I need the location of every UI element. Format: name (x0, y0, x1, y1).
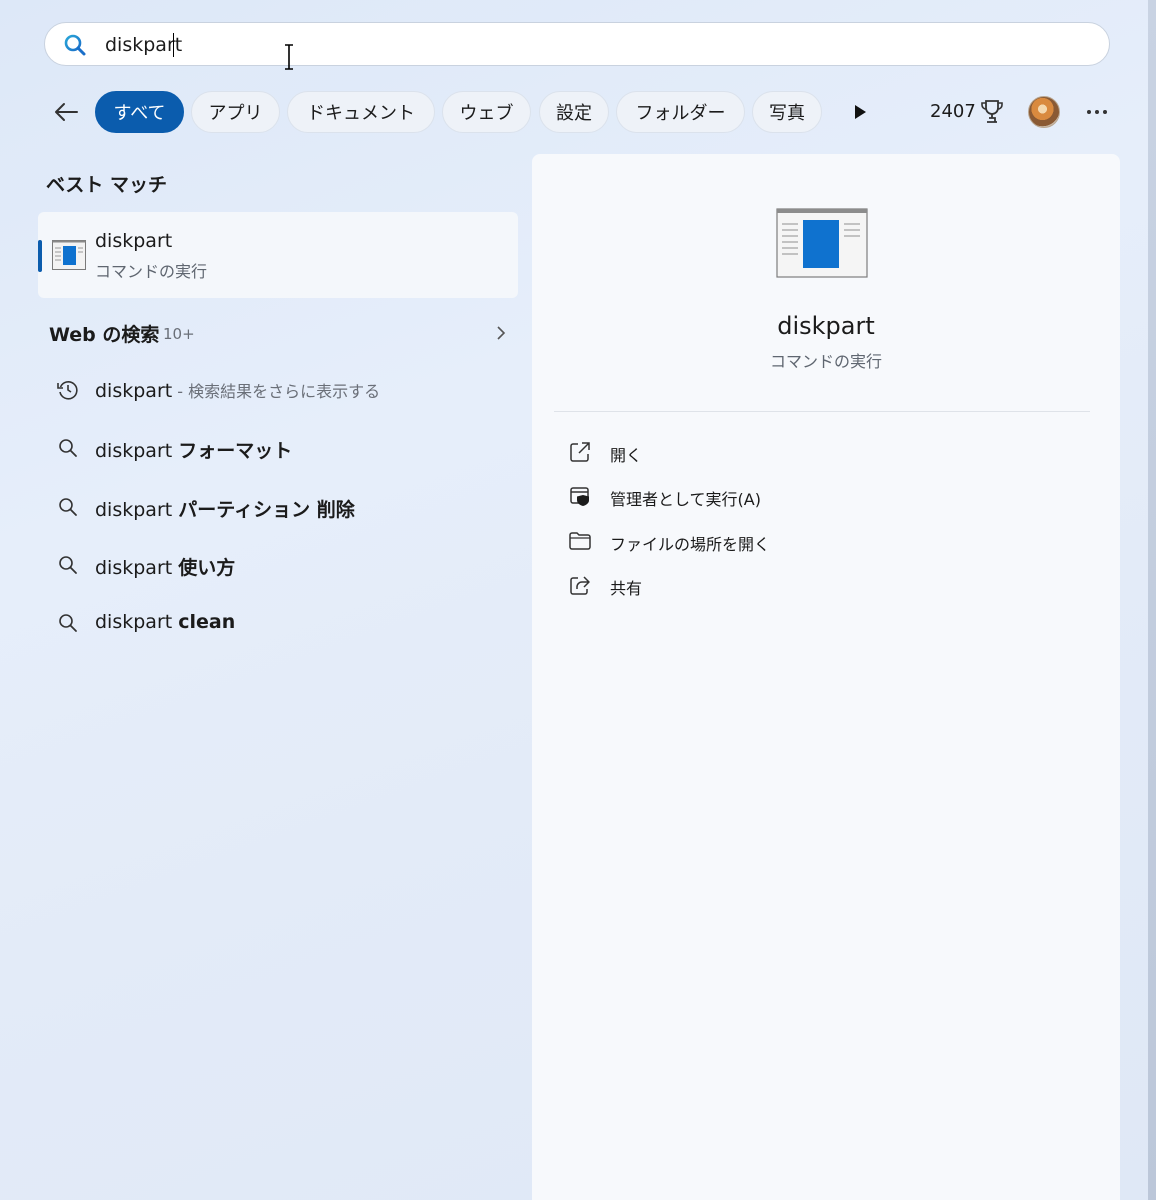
search-icon (59, 556, 77, 574)
history-icon (57, 381, 78, 400)
result-suggestion: clean (178, 611, 236, 633)
dot (1087, 110, 1091, 114)
web-result-item[interactable]: diskpart フォーマット (48, 426, 508, 470)
web-result-text: diskpart 使い方 (95, 553, 235, 580)
rewards-points[interactable]: 2407 (930, 101, 976, 122)
detail-panel: diskpart コマンドの実行 開く 管理者として実行(A) ファイルの場所を… (532, 154, 1120, 1200)
dot (1103, 110, 1107, 114)
result-suggestion: フォーマット (178, 440, 293, 462)
more-options-button[interactable] (1084, 100, 1110, 124)
filter-chip-photos[interactable]: 写真 (752, 91, 822, 133)
web-result-text: diskpart - 検索結果をさらに表示する (95, 378, 380, 402)
web-result-text: diskpart パーティション 削除 (95, 495, 355, 522)
folder-icon (569, 532, 591, 550)
text-caret (173, 33, 174, 57)
result-query: diskpart (95, 440, 179, 462)
best-match-item[interactable]: diskpart コマンドの実行 (38, 212, 518, 298)
more-filters-play-icon[interactable] (848, 100, 872, 124)
web-result-item[interactable]: diskpart - 検索結果をさらに表示する (48, 368, 508, 412)
shield-window-icon (570, 487, 589, 506)
user-avatar[interactable] (1028, 96, 1060, 128)
best-match-heading: ベスト マッチ (46, 174, 167, 196)
divider (554, 411, 1090, 412)
result-query: diskpart (95, 499, 179, 521)
search-box[interactable] (44, 22, 1110, 66)
web-search-heading[interactable]: Web の検索 (49, 320, 159, 347)
search-icon (64, 34, 86, 56)
web-result-item[interactable]: diskpart clean (48, 601, 508, 645)
command-window-icon (52, 240, 86, 270)
search-icon (59, 439, 77, 457)
selection-indicator (38, 240, 42, 272)
detail-app-name: diskpart (777, 312, 875, 340)
chevron-right-icon[interactable] (494, 324, 508, 342)
detail-app-type: コマンドの実行 (769, 352, 882, 371)
dot (1095, 110, 1099, 114)
window-edge (1148, 0, 1156, 1200)
result-query: diskpart (95, 611, 179, 633)
command-window-large-icon (776, 208, 868, 278)
best-match-name: diskpart (95, 230, 173, 252)
web-result-text: diskpart フォーマット (95, 436, 292, 463)
web-result-count: 10+ (163, 325, 195, 343)
result-query: diskpart (95, 380, 173, 402)
filter-chip-settings[interactable]: 設定 (539, 91, 609, 133)
action-open[interactable]: 開く (556, 432, 1096, 472)
result-hint: - 検索結果をさらに表示する (172, 382, 381, 401)
action-open-file-location[interactable]: ファイルの場所を開く (556, 521, 1096, 561)
action-label: 開く (610, 446, 643, 465)
filter-chip-folders[interactable]: フォルダー (616, 91, 745, 133)
share-icon (570, 576, 590, 595)
search-input[interactable] (105, 31, 1065, 59)
filter-chip-documents[interactable]: ドキュメント (287, 91, 435, 133)
action-label: ファイルの場所を開く (610, 535, 771, 554)
web-result-item[interactable]: diskpart パーティション 削除 (48, 485, 508, 529)
result-query: diskpart (95, 557, 179, 579)
result-suggestion: パーティション 削除 (178, 499, 355, 521)
action-run-as-admin[interactable]: 管理者として実行(A) (556, 476, 1096, 516)
trophy-icon[interactable] (980, 99, 1004, 125)
result-suggestion: 使い方 (178, 557, 236, 579)
search-icon (59, 498, 77, 516)
arrow-left-icon (55, 103, 78, 121)
ibeam-cursor-icon (285, 44, 293, 70)
best-match-subtitle: コマンドの実行 (95, 262, 208, 281)
filter-chip-apps[interactable]: アプリ (191, 91, 280, 133)
web-result-item[interactable]: diskpart 使い方 (48, 543, 508, 587)
back-button[interactable] (50, 96, 82, 128)
action-share[interactable]: 共有 (556, 565, 1096, 605)
filter-chip-web[interactable]: ウェブ (442, 91, 531, 133)
action-label: 共有 (610, 579, 643, 598)
filter-chip-all[interactable]: すべて (95, 91, 184, 133)
action-label: 管理者として実行(A) (610, 490, 761, 509)
open-external-icon (570, 442, 590, 462)
search-icon (59, 614, 77, 632)
web-result-text: diskpart clean (95, 611, 235, 633)
